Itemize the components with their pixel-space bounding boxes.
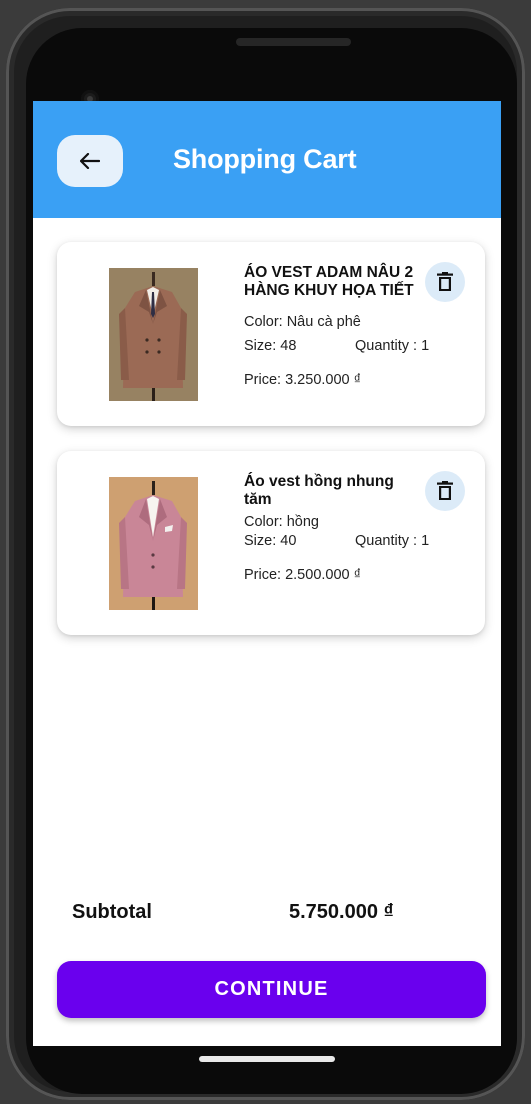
delete-item-button[interactable]	[425, 471, 465, 511]
speaker-grille	[236, 38, 351, 46]
app-screen: Shopping Cart ÁO VEST ADAM NÂU 2 HÀNG KH…	[33, 101, 501, 1046]
page-title: Shopping Cart	[173, 144, 357, 174]
back-button[interactable]	[57, 135, 123, 187]
product-price: Price: 2.500.000 ₫	[244, 567, 362, 583]
product-size: Size: 48	[244, 338, 297, 354]
home-indicator[interactable]	[199, 1056, 335, 1062]
subtotal-label: Subtotal	[72, 901, 152, 923]
arrow-left-icon	[80, 153, 100, 169]
subtotal-value: 5.750.000 ₫	[289, 901, 394, 923]
cart-item-card: Áo vest hồng nhung tăm Color: hồng Size:…	[57, 451, 485, 635]
product-size: Size: 40	[244, 533, 297, 549]
product-quantity: Quantity : 1	[355, 338, 430, 354]
trash-icon	[437, 481, 453, 500]
product-image	[109, 477, 198, 610]
product-color: Color: hồng	[244, 514, 319, 530]
product-price: Price: 3.250.000 ₫	[244, 372, 362, 388]
product-name: Áo vest hồng nhung tăm	[244, 473, 394, 508]
product-image	[109, 268, 198, 401]
cart-list: ÁO VEST ADAM NÂU 2 HÀNG KHUY HỌA TIẾT Co…	[57, 242, 485, 660]
product-color: Color: Nâu cà phê	[244, 314, 361, 330]
cart-item-card: ÁO VEST ADAM NÂU 2 HÀNG KHUY HỌA TIẾT Co…	[57, 242, 485, 426]
product-name: ÁO VEST ADAM NÂU 2 HÀNG KHUY HỌA TIẾT	[244, 264, 414, 299]
trash-icon	[437, 272, 453, 291]
product-quantity: Quantity : 1	[355, 533, 430, 549]
app-bar: Shopping Cart	[33, 101, 501, 218]
continue-button[interactable]: CONTINUE	[57, 961, 486, 1018]
delete-item-button[interactable]	[425, 262, 465, 302]
